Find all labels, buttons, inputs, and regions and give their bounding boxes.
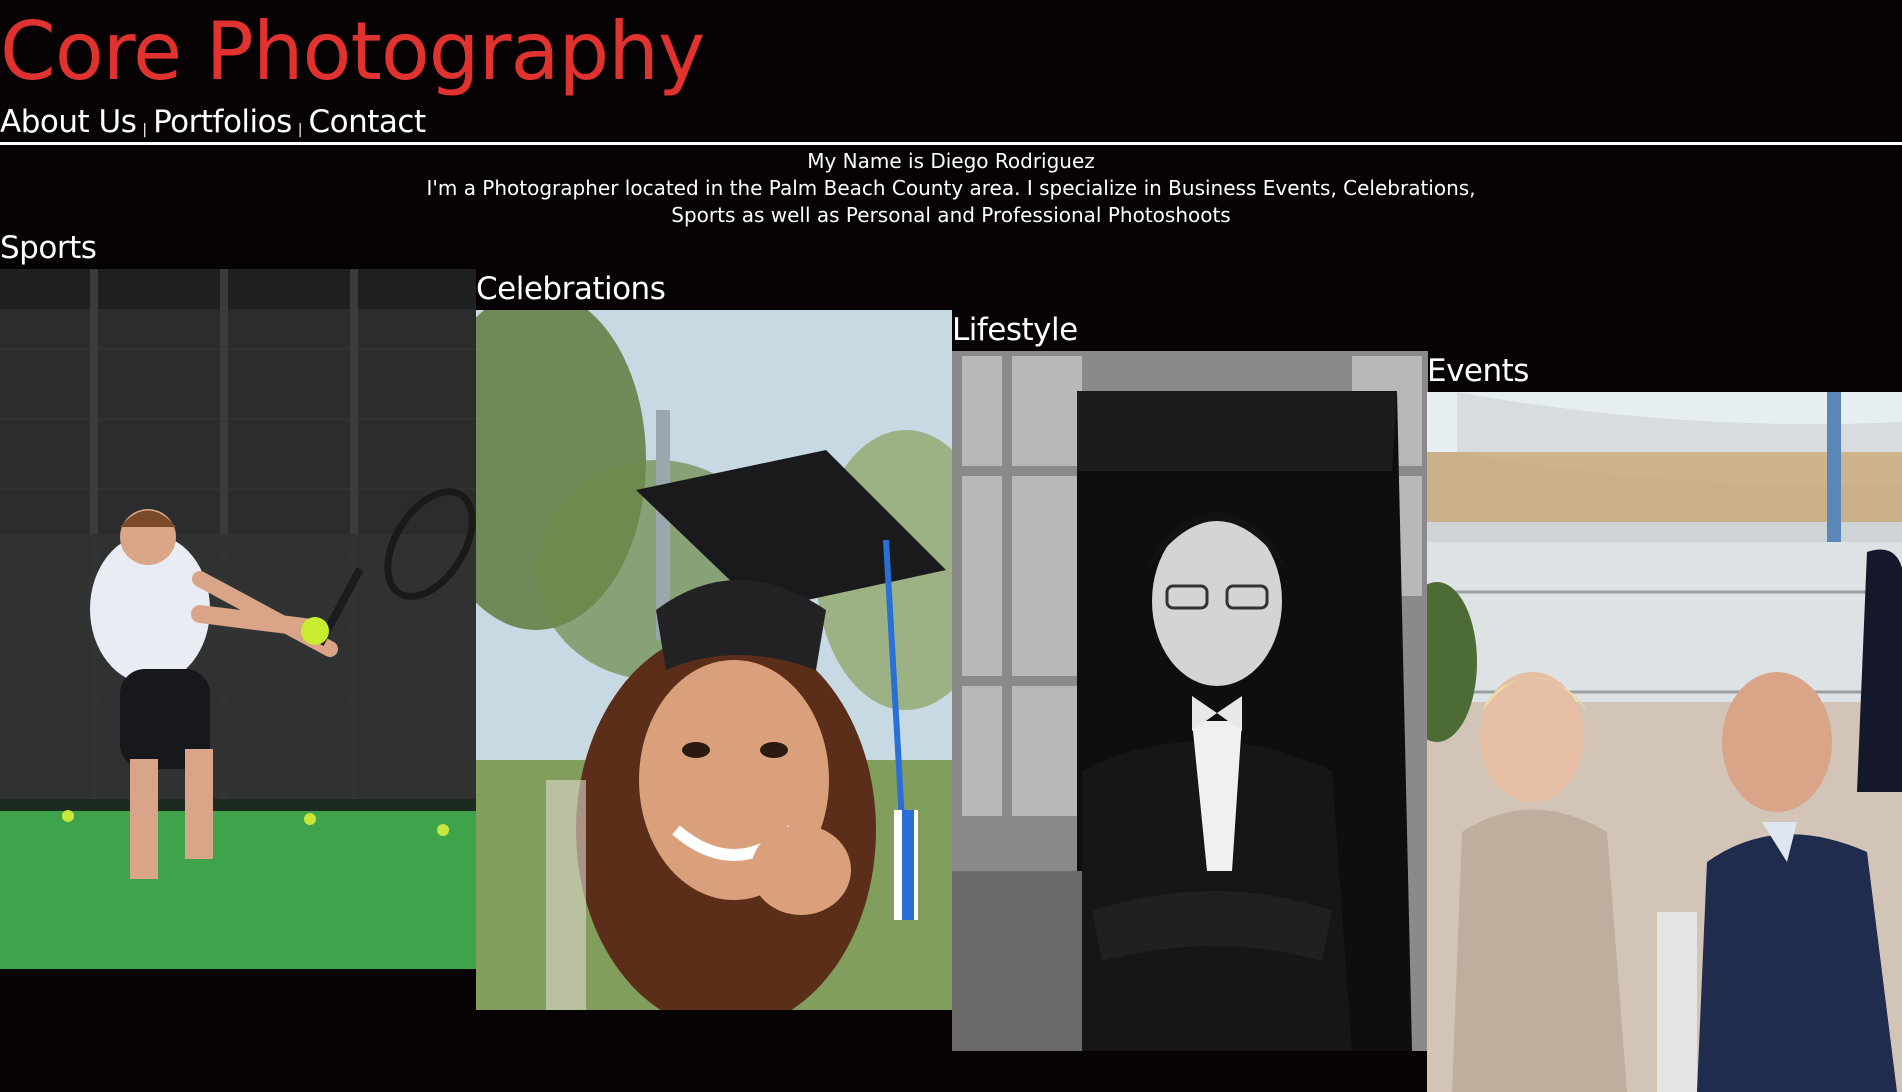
graduate-portrait-photo[interactable] — [476, 310, 952, 1010]
pianist-portrait-photo[interactable] — [952, 351, 1428, 1051]
portfolio-events[interactable]: Events — [1427, 352, 1902, 1092]
nav-portfolios[interactable]: Portfolios — [153, 103, 292, 141]
portfolio-title-lifestyle[interactable]: Lifestyle — [952, 311, 1428, 351]
nav-about-us[interactable]: About Us — [0, 103, 137, 141]
main-nav: About Us | Portfolios | Contact — [0, 103, 426, 141]
nav-separator: | — [297, 122, 303, 138]
portfolio-title-celebrations[interactable]: Celebrations — [476, 270, 952, 310]
event-guests-photo[interactable] — [1427, 392, 1902, 1092]
portfolio-lifestyle[interactable]: Lifestyle — [952, 311, 1428, 1051]
nav-separator: | — [142, 122, 148, 138]
portfolio-title-sports[interactable]: Sports — [0, 229, 476, 269]
site-title: Core Photography — [0, 5, 705, 98]
intro: My Name is Diego Rodriguez I'm a Photogr… — [0, 148, 1902, 229]
portfolio-celebrations[interactable]: Celebrations — [476, 270, 952, 1010]
portfolio-title-events[interactable]: Events — [1427, 352, 1902, 392]
portfolio-sports[interactable]: Sports — [0, 229, 476, 969]
intro-name: My Name is Diego Rodriguez — [807, 149, 1095, 173]
tennis-player-photo[interactable] — [0, 269, 476, 969]
header-divider — [0, 142, 1902, 145]
intro-bio: I'm a Photographer located in the Palm B… — [426, 176, 1476, 227]
nav-contact[interactable]: Contact — [308, 103, 426, 141]
